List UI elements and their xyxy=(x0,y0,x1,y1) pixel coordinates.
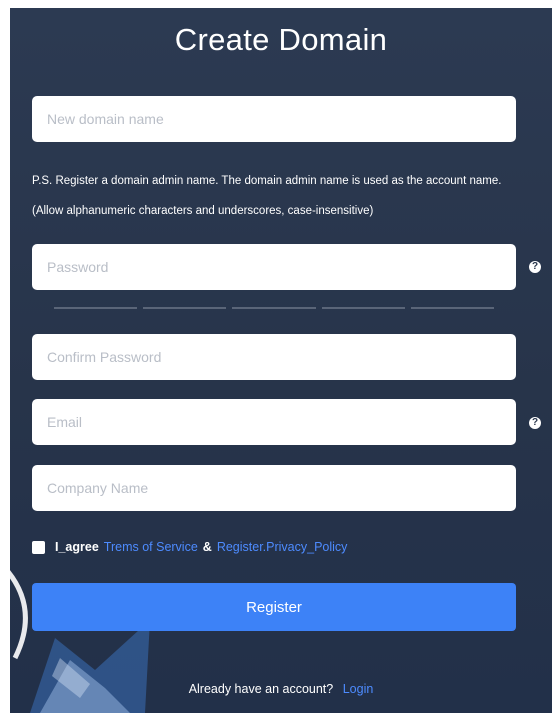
login-prompt: Already have an account? Login xyxy=(10,682,552,696)
privacy-policy-link[interactable]: Register.Privacy_Policy xyxy=(217,540,348,554)
agree-checkbox[interactable] xyxy=(32,540,45,554)
login-link[interactable]: Login xyxy=(343,682,374,696)
password-input[interactable] xyxy=(32,244,516,290)
register-button[interactable]: Register xyxy=(32,583,516,631)
domain-name-hint: P.S. Register a domain admin name. The d… xyxy=(32,175,502,217)
strength-segment xyxy=(321,307,405,309)
login-prompt-text: Already have an account? xyxy=(188,682,334,696)
confirm-password-input[interactable] xyxy=(32,334,516,380)
email-input[interactable] xyxy=(32,399,516,445)
agree-separator: & xyxy=(202,540,212,554)
strength-segment xyxy=(143,307,227,309)
agree-row: I_agree Trems of Service & Register.Priv… xyxy=(32,537,347,557)
create-domain-panel: Create Domain P.S. Register a domain adm… xyxy=(10,8,552,713)
strength-segment xyxy=(410,307,495,309)
company-name-input[interactable] xyxy=(32,465,516,511)
password-help-icon[interactable]: ? xyxy=(529,261,541,273)
terms-of-service-link[interactable]: Trems of Service xyxy=(104,540,198,554)
password-strength-meter xyxy=(54,307,495,309)
domain-name-input[interactable] xyxy=(32,96,516,142)
page-title: Create Domain xyxy=(174,22,388,57)
email-help-icon[interactable]: ? xyxy=(529,417,541,429)
strength-segment xyxy=(54,307,138,309)
agree-label: I_agree xyxy=(55,540,99,554)
strength-segment xyxy=(232,307,316,309)
